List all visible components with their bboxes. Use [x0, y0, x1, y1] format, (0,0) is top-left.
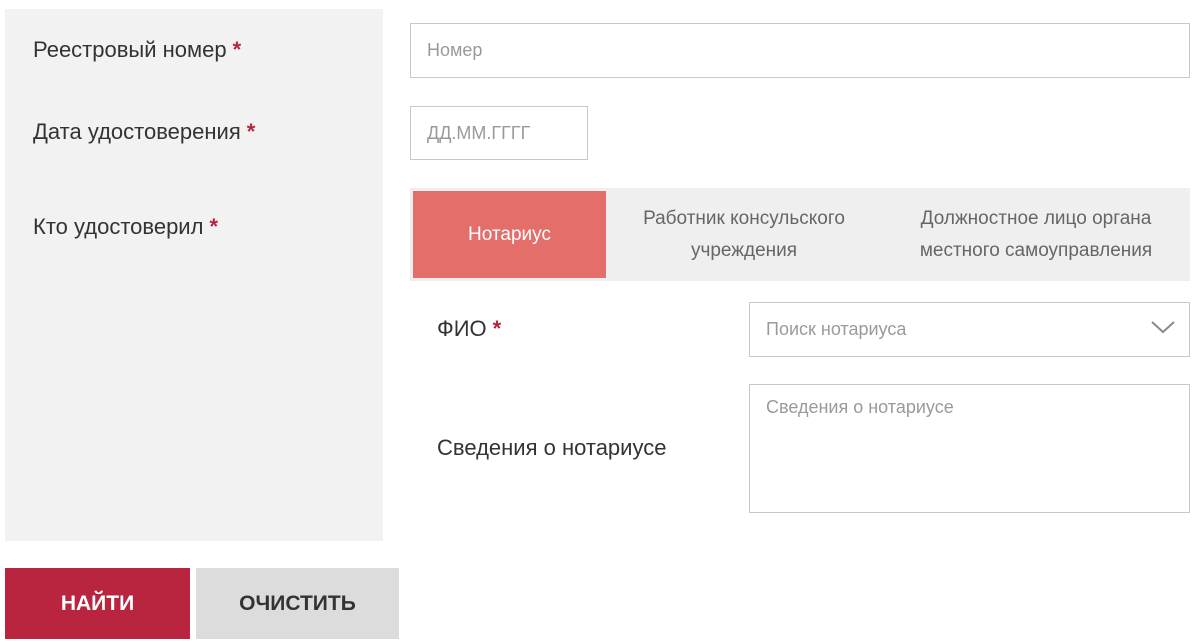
certified-by-label-text: Кто удостоверил [33, 214, 204, 239]
required-mark: * [232, 37, 242, 62]
required-mark: * [246, 119, 256, 144]
tab-consular-worker[interactable]: Работник консульского учреждения [606, 188, 882, 281]
required-mark: * [492, 316, 502, 341]
notary-search-select[interactable] [749, 302, 1190, 357]
notary-info-field[interactable] [749, 384, 1190, 513]
certified-by-label: Кто удостоверил * [33, 214, 218, 240]
tab-local-government-official-label: Должностное лицо органа местного самоупр… [919, 207, 1153, 261]
clear-button[interactable]: ОЧИСТИТЬ [196, 568, 399, 639]
fio-label: ФИО * [437, 316, 501, 342]
notary-info-label: Сведения о нотариусе [437, 435, 666, 461]
tab-consular-worker-label: Работник консульского учреждения [643, 207, 845, 261]
chevron-down-icon[interactable] [1150, 318, 1176, 336]
tab-notary[interactable]: Нотариус [413, 191, 606, 278]
certifier-type-tabs: Нотариус Работник консульского учреждени… [410, 188, 1190, 281]
tab-local-government-official[interactable]: Должностное лицо органа местного самоупр… [882, 188, 1190, 281]
labels-panel [5, 9, 383, 541]
certification-date-label-text: Дата удостоверения [33, 119, 241, 144]
registry-number-label: Реестровый номер * [33, 37, 241, 63]
notary-info-label-text: Сведения о нотариусе [437, 435, 667, 460]
certification-date-input[interactable] [410, 106, 588, 160]
certification-date-label: Дата удостоверения * [33, 119, 255, 145]
fio-label-text: ФИО [437, 316, 487, 341]
registry-number-input[interactable] [410, 23, 1190, 78]
find-button[interactable]: НАЙТИ [5, 568, 190, 639]
required-mark: * [209, 214, 218, 239]
tab-notary-label: Нотариус [468, 223, 551, 245]
registry-number-label-text: Реестровый номер [33, 37, 227, 62]
